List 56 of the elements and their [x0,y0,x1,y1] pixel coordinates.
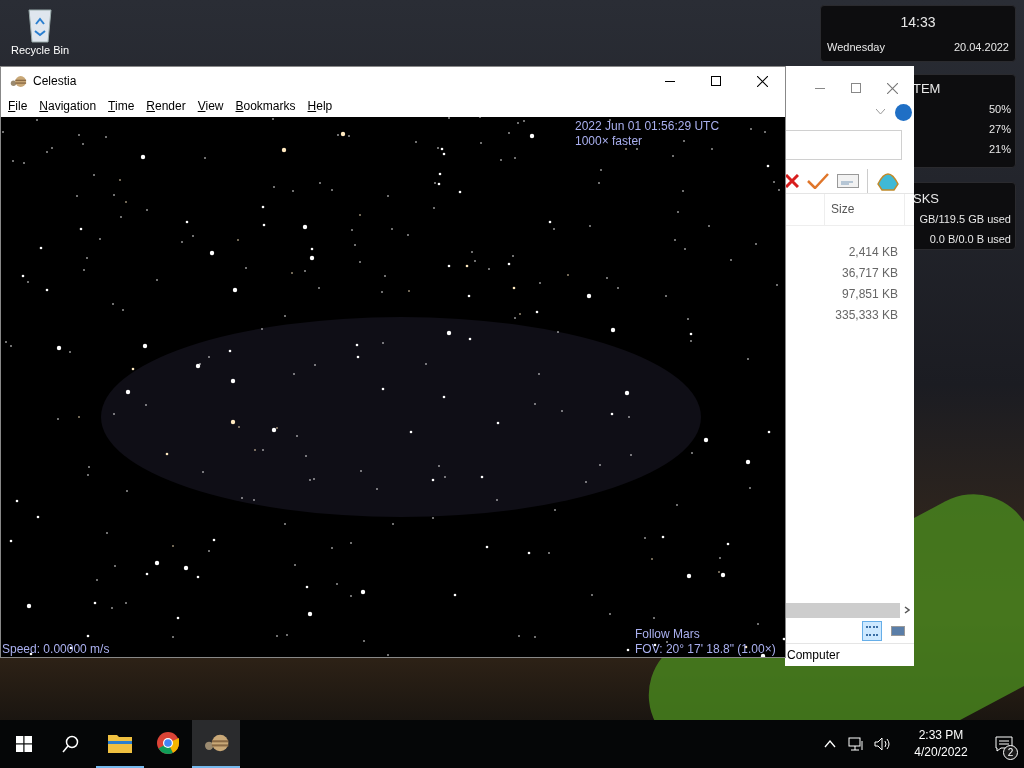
scrollbar[interactable] [785,602,900,618]
menu-item[interactable]: Time [102,97,141,115]
scroll-right-icon[interactable] [904,606,910,614]
window-title: Celestia [33,73,77,90]
close-icon [756,75,768,87]
speaker-icon[interactable] [874,737,892,751]
close-icon[interactable] [887,82,898,94]
browser-icon [156,731,180,755]
disk-usage: GB/119.5 GB used [919,211,1011,227]
simulation-time: 2022 Jun 01 01:56:29 UTC [575,119,720,134]
chevron-up-icon[interactable] [824,740,836,748]
clock-time: 14:33 [900,13,936,32]
maximize-icon[interactable] [851,83,861,93]
clock-day: Wednesday [827,39,885,56]
usage-value: 50% [988,101,1011,117]
check-icon[interactable] [807,172,829,189]
details-view-icon[interactable] [862,620,882,641]
windows-start-icon[interactable] [16,736,32,752]
planet-icon [202,732,230,754]
file-size: 2,414 KB [848,244,898,261]
menu-item[interactable]: View [191,97,230,115]
widget-title: SKS [913,190,940,208]
envelope-icon[interactable] [837,173,859,188]
menu-item[interactable]: Navigation [33,97,103,115]
help-icon[interactable] [895,103,912,121]
usage-value: 27% [988,121,1011,137]
file-size: 97,851 KB [841,286,898,303]
planet-icon [9,73,27,89]
widget-title: TEM [913,80,942,98]
search-icon[interactable] [62,735,80,753]
notification-button[interactable]: 2 [984,720,1024,768]
network-icon[interactable] [848,737,864,751]
taskbar-time[interactable]: 2:33 PM [918,727,964,744]
chevron-down-icon[interactable] [876,109,885,115]
desktop-icon-label: Recycle Bin [10,44,70,57]
time-rate: 1000× faster [575,134,644,149]
menu-item[interactable]: Bookmarks [229,97,302,115]
menu-item[interactable]: Render [140,97,192,115]
clock-date: 20.04.2022 [953,40,1009,55]
notification-count: 2 [1003,745,1018,760]
taskbar-app[interactable] [192,720,240,768]
menu-item[interactable]: Help [301,97,339,115]
file-size: 335,333 KB [835,307,898,324]
minimize-icon[interactable] [815,87,825,89]
field-of-view: FOV: 20° 17' 18.8" (1.00×) [635,642,776,657]
speed-readout: Speed: 0.00000 m/s [2,642,110,657]
usage-value: 21% [988,141,1011,157]
follow-target: Follow Mars [635,627,701,642]
taskbar-date[interactable]: 4/20/2022 [914,744,968,761]
menu-item[interactable]: File [2,97,34,115]
folder-icon [108,733,132,753]
cross-icon[interactable] [785,173,799,188]
status-text: Computer [786,647,841,664]
column-header[interactable]: Size [825,194,905,225]
file-size: 36,717 KB [841,265,898,282]
disk-usage: 0.0 B/0.0 B used [929,231,1011,247]
